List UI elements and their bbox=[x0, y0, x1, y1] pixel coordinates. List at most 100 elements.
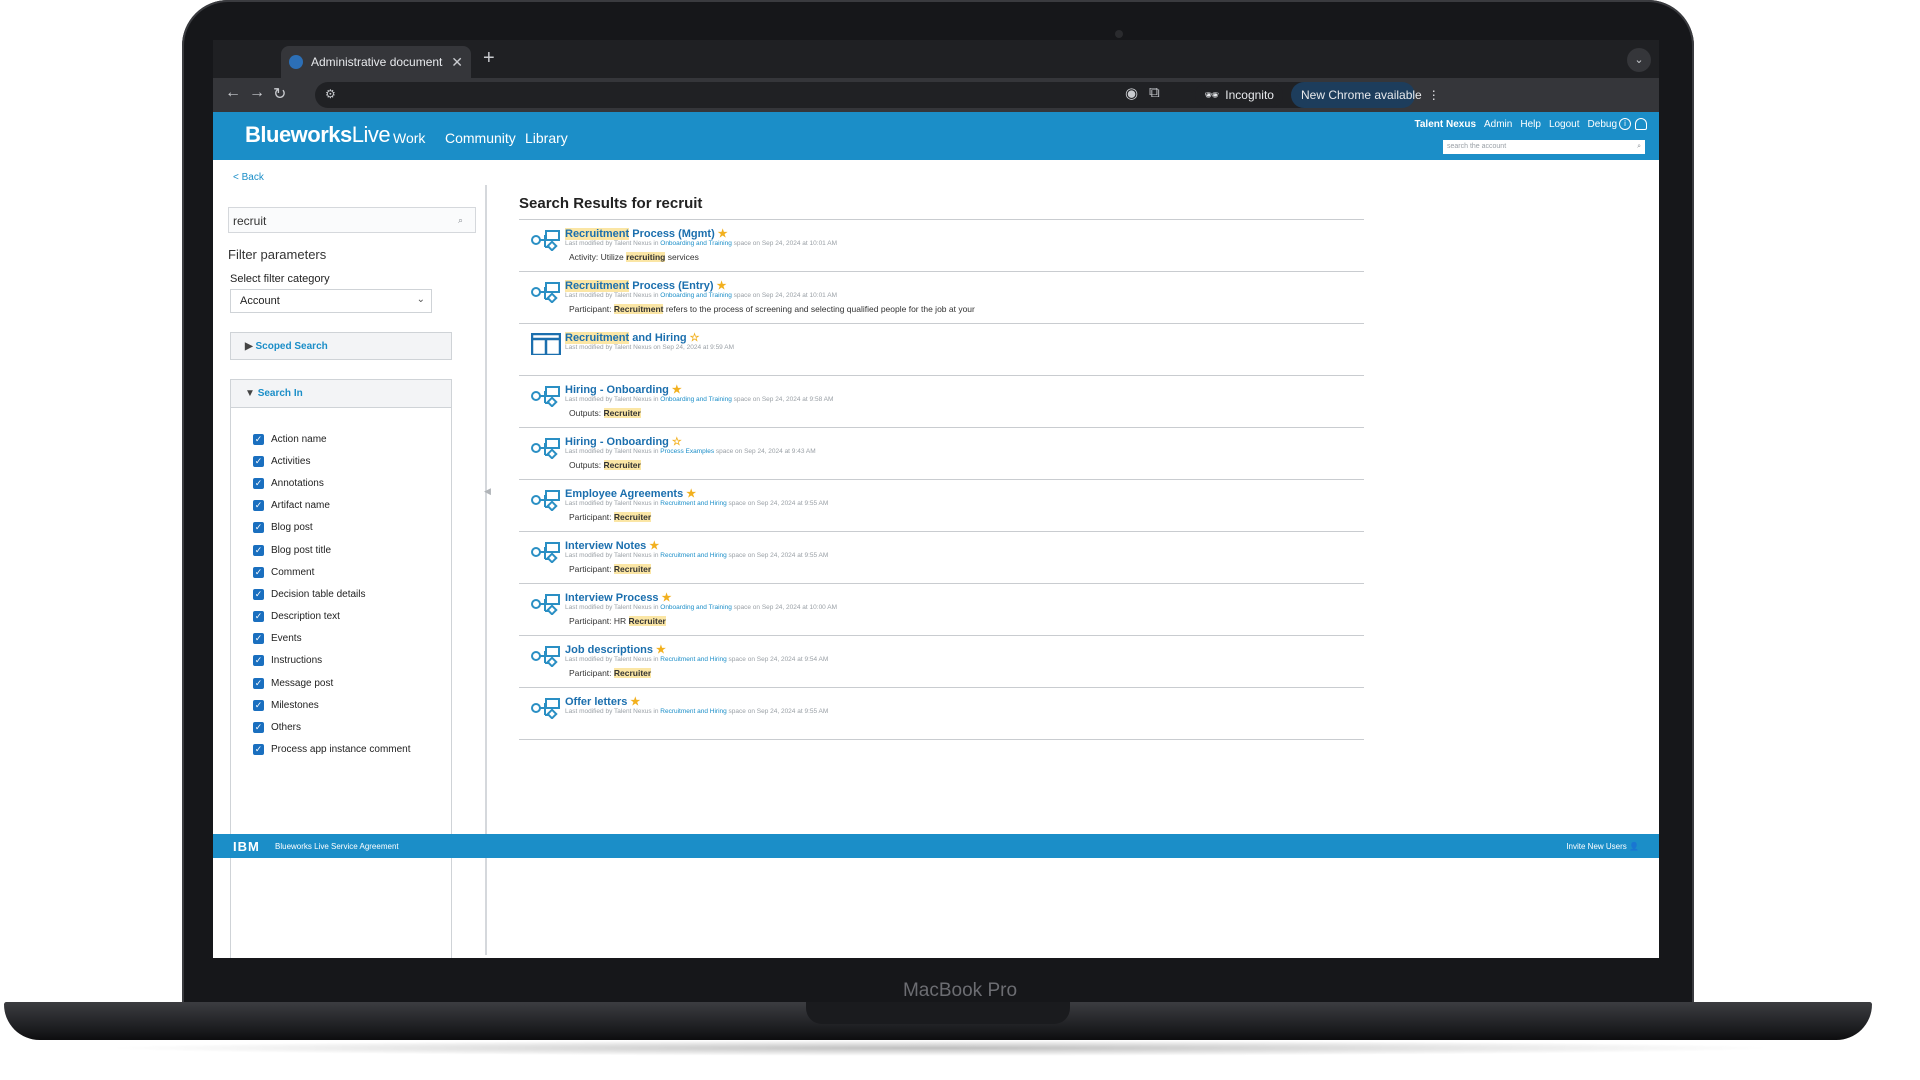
checkbox-item[interactable]: ✓ Annotations bbox=[253, 472, 451, 494]
collapse-handle-icon[interactable]: ◀ bbox=[484, 486, 491, 497]
debug-link[interactable]: Debug bbox=[1588, 119, 1617, 130]
checkbox-item[interactable]: ✓ Artifact name bbox=[253, 495, 451, 517]
checkbox-checked-icon[interactable]: ✓ bbox=[253, 477, 264, 489]
result-item: Interview Notes ★ Last modified by Talent … bbox=[519, 532, 1364, 584]
checkbox-checked-icon[interactable]: ✓ bbox=[253, 633, 264, 645]
site-settings-icon[interactable]: ⚙ bbox=[325, 87, 336, 101]
account-search-input[interactable]: search the account ⌕ bbox=[1443, 140, 1645, 154]
incognito-button[interactable]: 🕶 Incognito bbox=[1195, 83, 1283, 107]
checkbox-item[interactable]: ✓ Action name bbox=[253, 428, 451, 450]
checkbox-checked-icon[interactable]: ✓ bbox=[253, 722, 264, 734]
puzzle-icon[interactable]: ⧉ bbox=[1149, 84, 1160, 101]
close-icon[interactable]: ✕ bbox=[451, 54, 463, 71]
favorite-star-icon[interactable]: ★ bbox=[717, 280, 727, 292]
checkbox-checked-icon[interactable]: ✓ bbox=[253, 744, 264, 756]
checkbox-checked-icon[interactable]: ✓ bbox=[253, 655, 264, 667]
favorite-star-icon[interactable]: ★ bbox=[686, 488, 696, 500]
result-snippet: Activity: Utilize recruiting services bbox=[569, 252, 699, 262]
search-value: recruit bbox=[233, 214, 267, 228]
checkbox-checked-icon[interactable]: ✓ bbox=[253, 566, 264, 578]
new-tab-icon[interactable]: + bbox=[483, 47, 495, 70]
browser-tab[interactable]: Administrative documents - B ✕ bbox=[281, 46, 471, 78]
app-logo[interactable]: BlueworksLive bbox=[245, 122, 391, 148]
result-title-link[interactable]: Employee Agreements ★ bbox=[565, 487, 696, 500]
space-link[interactable]: Onboarding and Training bbox=[660, 604, 732, 611]
new-chrome-button[interactable]: New Chrome available ⋮ bbox=[1291, 82, 1440, 108]
favorite-star-icon[interactable]: ★ bbox=[630, 696, 640, 708]
search-input[interactable]: recruit ⌕ bbox=[228, 207, 476, 233]
checkbox-item[interactable]: ✓ Events bbox=[253, 628, 451, 650]
checkbox-item[interactable]: ✓ Activities bbox=[253, 450, 451, 472]
user-links: Talent Nexus Admin Help Logout Debug bbox=[1415, 119, 1618, 130]
user-name-link[interactable]: Talent Nexus bbox=[1415, 119, 1477, 130]
checkbox-checked-icon[interactable]: ✓ bbox=[253, 544, 264, 556]
checkbox-item[interactable]: ✓ Instructions bbox=[253, 650, 451, 672]
service-agreement-link[interactable]: Blueworks Live Service Agreement bbox=[275, 842, 399, 851]
space-link[interactable]: Process Examples bbox=[660, 448, 714, 455]
result-title-link[interactable]: Recruitment Process (Entry) ★ bbox=[565, 279, 726, 292]
filter-category-select[interactable]: Account ⌄ bbox=[230, 289, 432, 313]
scoped-search-toggle[interactable]: ▶ Scoped Search bbox=[230, 332, 452, 360]
snippet-text-end: services bbox=[665, 252, 699, 262]
checkbox-item[interactable]: ✓ Blog post bbox=[253, 517, 451, 539]
space-link[interactable]: Recruitment and Hiring bbox=[660, 656, 726, 663]
result-title-link[interactable]: Interview Process ★ bbox=[565, 591, 671, 604]
search-icon[interactable]: ⌕ bbox=[1637, 140, 1641, 154]
space-link[interactable]: Onboarding and Training bbox=[660, 240, 732, 247]
logout-link[interactable]: Logout bbox=[1549, 119, 1580, 130]
bell-icon[interactable] bbox=[1635, 118, 1647, 130]
result-title-link[interactable]: Recruitment Process (Mgmt) ★ bbox=[565, 227, 728, 240]
favorite-star-icon[interactable]: ★ bbox=[649, 540, 659, 552]
invite-users-link[interactable]: Invite New Users 👤 bbox=[1566, 842, 1639, 851]
back-link[interactable]: < Back bbox=[233, 172, 264, 183]
checkbox-checked-icon[interactable]: ✓ bbox=[253, 522, 264, 534]
favorite-star-icon[interactable]: ☆ bbox=[690, 332, 700, 344]
result-title-link[interactable]: Hiring - Onboarding ☆ bbox=[565, 435, 682, 448]
result-title-link[interactable]: Offer letters ★ bbox=[565, 695, 640, 708]
checkbox-item[interactable]: ✓ Message post bbox=[253, 672, 451, 694]
space-link[interactable]: Recruitment and Hiring bbox=[660, 552, 726, 559]
favorite-star-icon[interactable]: ★ bbox=[656, 644, 666, 656]
reload-icon[interactable]: ↻ bbox=[273, 84, 286, 104]
checkbox-checked-icon[interactable]: ✓ bbox=[253, 677, 264, 689]
checkbox-checked-icon[interactable]: ✓ bbox=[253, 455, 264, 467]
checkbox-item[interactable]: ✓ Comment bbox=[253, 561, 451, 583]
checkbox-checked-icon[interactable]: ✓ bbox=[253, 699, 264, 711]
checkbox-checked-icon[interactable]: ✓ bbox=[253, 433, 264, 445]
address-bar[interactable]: ⚙ ☆ bbox=[315, 82, 1317, 108]
space-link[interactable]: Recruitment and Hiring bbox=[660, 708, 726, 715]
result-title-link[interactable]: Job descriptions ★ bbox=[565, 643, 666, 656]
incognito-label: Incognito bbox=[1225, 88, 1274, 102]
favorite-star-icon[interactable]: ☆ bbox=[672, 436, 682, 448]
space-link[interactable]: Onboarding and Training bbox=[660, 396, 732, 403]
help-link[interactable]: Help bbox=[1520, 119, 1541, 130]
checkbox-item[interactable]: ✓ Blog post title bbox=[253, 539, 451, 561]
checkbox-checked-icon[interactable]: ✓ bbox=[253, 588, 264, 600]
checkbox-item[interactable]: ✓ Process app instance comment bbox=[253, 739, 451, 761]
nav-community[interactable]: Community bbox=[445, 130, 516, 146]
search-in-toggle[interactable]: ▼ Search In bbox=[231, 380, 451, 408]
checkbox-item[interactable]: ✓ Decision table details bbox=[253, 583, 451, 605]
result-title-link[interactable]: Interview Notes ★ bbox=[565, 539, 659, 552]
favorite-star-icon[interactable]: ★ bbox=[662, 592, 672, 604]
extension-icon[interactable]: ◉ bbox=[1125, 84, 1138, 102]
tab-search-icon[interactable]: ⌄ bbox=[1627, 48, 1651, 72]
checkbox-checked-icon[interactable]: ✓ bbox=[253, 611, 264, 623]
checkbox-checked-icon[interactable]: ✓ bbox=[253, 500, 264, 512]
checkbox-item[interactable]: ✓ Milestones bbox=[253, 694, 451, 716]
back-arrow-icon[interactable]: ← bbox=[225, 84, 241, 102]
favorite-star-icon[interactable]: ★ bbox=[672, 384, 682, 396]
checkbox-item[interactable]: ✓ Description text bbox=[253, 606, 451, 628]
search-icon[interactable]: ⌕ bbox=[458, 215, 463, 226]
result-title-link[interactable]: Hiring - Onboarding ★ bbox=[565, 383, 682, 396]
space-link[interactable]: Onboarding and Training bbox=[660, 292, 732, 299]
space-link[interactable]: Recruitment and Hiring bbox=[660, 500, 726, 507]
nav-library[interactable]: Library bbox=[525, 130, 568, 146]
nav-work[interactable]: Work bbox=[393, 130, 425, 146]
favorite-star-icon[interactable]: ★ bbox=[718, 228, 728, 240]
admin-link[interactable]: Admin bbox=[1484, 119, 1512, 130]
forward-arrow-icon[interactable]: → bbox=[249, 84, 265, 102]
info-icon[interactable]: i bbox=[1619, 118, 1631, 130]
checkbox-item[interactable]: ✓ Others bbox=[253, 716, 451, 738]
result-title-link[interactable]: Recruitment and Hiring ☆ bbox=[565, 331, 700, 344]
